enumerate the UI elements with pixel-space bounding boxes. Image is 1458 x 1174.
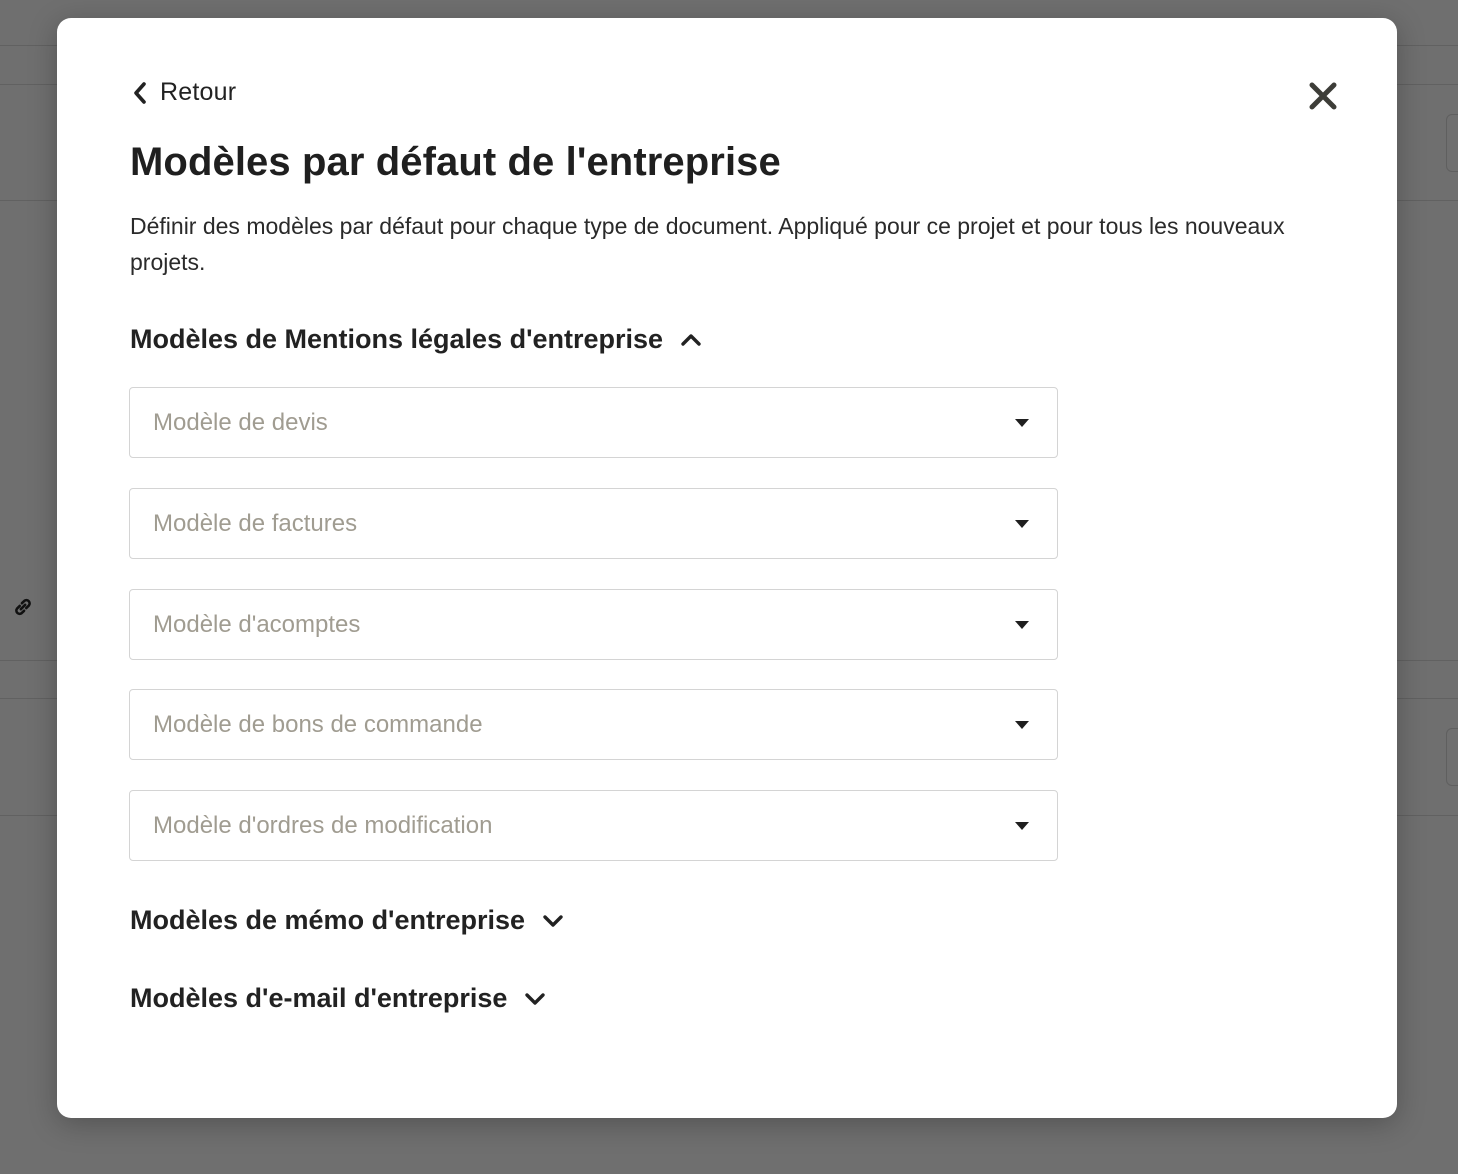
back-button[interactable]: Retour (130, 78, 236, 107)
change-order-template-select[interactable]: Modèle d'ordres de modification (129, 790, 1058, 861)
select-placeholder: Modèle de devis (153, 408, 328, 436)
bg-control (1446, 728, 1458, 786)
section-memo-title: Modèles de mémo d'entreprise (130, 905, 526, 935)
page-description: Définir des modèles par défaut pour chaq… (130, 213, 1285, 275)
link-icon (15, 598, 31, 616)
invoice-template-select[interactable]: Modèle de factures (129, 488, 1058, 559)
default-templates-modal: Retour Modèles par défaut de l'entrepris… (57, 18, 1397, 1118)
chevron-up-icon (681, 333, 701, 346)
caret-down-icon (1015, 620, 1029, 629)
caret-down-icon (1015, 720, 1029, 729)
back-label: Retour (160, 78, 237, 106)
caret-down-icon (1015, 519, 1029, 528)
deposit-template-select[interactable]: Modèle d'acomptes (129, 589, 1058, 660)
purchase-order-template-select[interactable]: Modèle de bons de commande (129, 689, 1058, 760)
chevron-down-icon (525, 992, 546, 1005)
section-legal-title: Modèles de Mentions légales d'entreprise (130, 324, 664, 354)
chevron-left-icon (134, 81, 146, 104)
page-title: Modèles par défaut de l'entreprise (130, 140, 781, 184)
select-placeholder: Modèle d'acomptes (153, 610, 361, 638)
close-icon[interactable] (1307, 80, 1339, 112)
quote-template-select[interactable]: Modèle de devis (129, 387, 1058, 458)
caret-down-icon (1015, 821, 1029, 830)
select-placeholder: Modèle de bons de commande (153, 710, 483, 738)
select-placeholder: Modèle d'ordres de modification (153, 811, 493, 839)
chevron-down-icon (543, 914, 563, 927)
section-legal-toggle[interactable]: Modèles de Mentions légales d'entreprise (130, 324, 703, 355)
section-email-toggle[interactable]: Modèles d'e-mail d'entreprise (130, 983, 547, 1014)
select-placeholder: Modèle de factures (153, 509, 358, 537)
section-memo-toggle[interactable]: Modèles de mémo d'entreprise (130, 905, 565, 936)
bg-control (1446, 114, 1458, 172)
caret-down-icon (1015, 418, 1029, 427)
section-email-title: Modèles d'e-mail d'entreprise (130, 983, 508, 1013)
